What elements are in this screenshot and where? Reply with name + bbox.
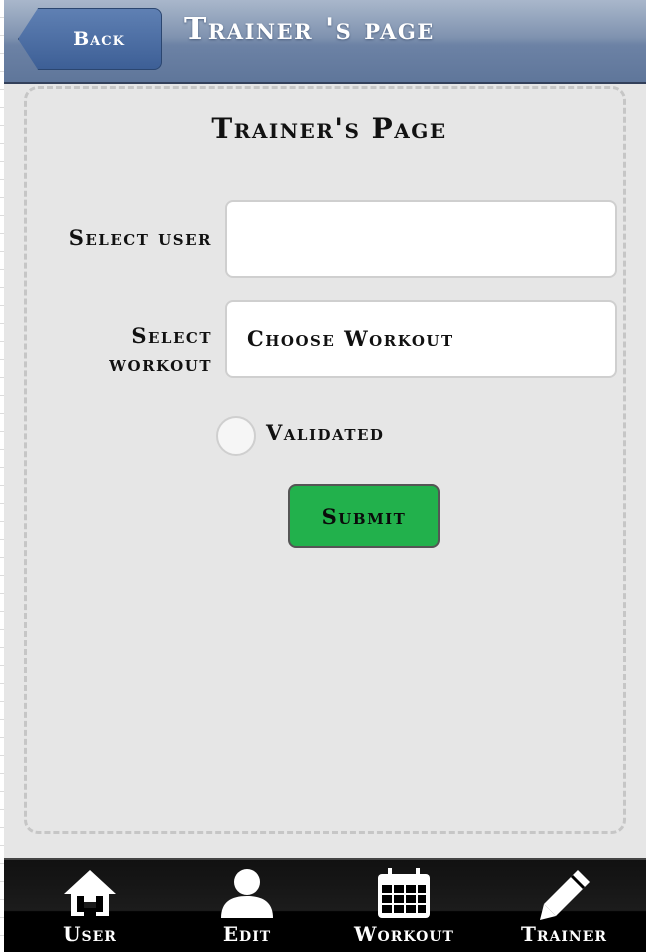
select-workout-label-line2: workout — [109, 351, 212, 376]
nav-label-edit: Edit — [222, 922, 272, 946]
validated-radio[interactable] — [216, 416, 256, 456]
calendar-icon — [378, 868, 430, 918]
header-title: Trainer 's page — [184, 12, 435, 47]
nav-item-edit[interactable]: Edit — [167, 860, 327, 952]
form-panel — [24, 86, 626, 834]
page-title: Trainer's Page — [211, 112, 447, 145]
submit-button[interactable]: Submit — [288, 484, 440, 548]
app-page: Back Trainer 's page Trainer's Page Sele… — [4, 0, 646, 952]
nav-label-user: User — [63, 922, 117, 946]
select-user-label: Select user — [68, 225, 212, 250]
nav-item-user[interactable]: User — [10, 860, 170, 952]
select-workout-value: Choose Workout — [247, 326, 454, 351]
home-icon — [64, 870, 116, 916]
bottom-nav: User Edit Workout Trainer — [4, 858, 646, 952]
nav-item-workout[interactable]: Workout — [324, 860, 484, 952]
validated-label: Validated — [266, 420, 385, 445]
header-bar: Back Trainer 's page — [4, 0, 646, 84]
person-icon — [221, 869, 273, 918]
pencil-icon — [540, 870, 590, 920]
nav-label-trainer: Trainer — [520, 922, 608, 946]
back-button[interactable]: Back — [18, 8, 162, 70]
select-user-field[interactable] — [225, 200, 617, 278]
select-workout-label-line1: Select — [131, 323, 212, 348]
nav-item-trainer[interactable]: Trainer — [484, 860, 644, 952]
select-workout-field[interactable]: Choose Workout — [225, 300, 617, 378]
nav-label-workout: Workout — [354, 922, 454, 946]
select-workout-label: Select workout — [109, 322, 212, 378]
